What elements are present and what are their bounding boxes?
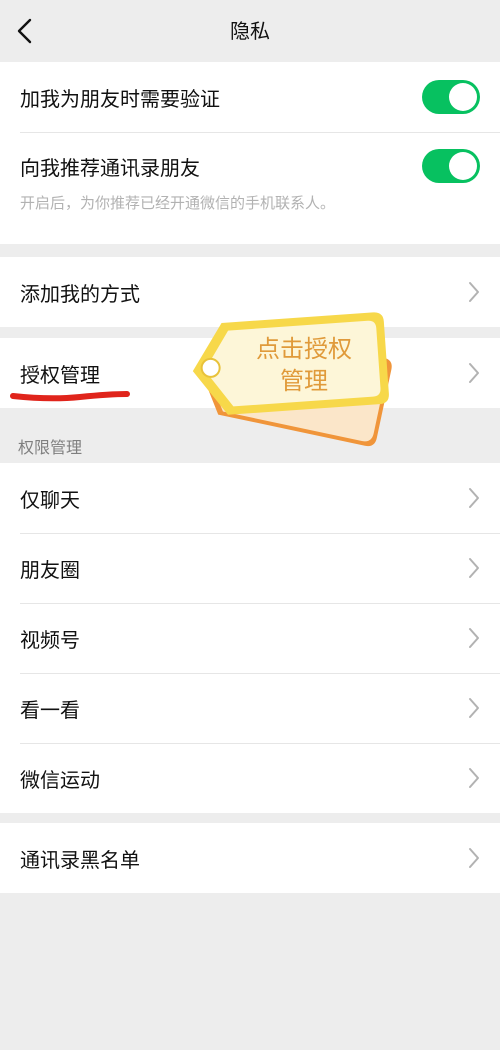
add-method-label: 添加我的方式 (20, 281, 140, 306)
blacklist-group: 通讯录黑名单 (0, 823, 500, 893)
moments-label: 朋友圈 (20, 557, 80, 582)
toggle-knob (449, 83, 477, 111)
annotation-line-1: 点击授权 (256, 335, 352, 363)
chevron-right-icon (469, 848, 479, 868)
chevron-right-icon (469, 488, 479, 508)
chevron-right-icon (469, 363, 479, 383)
friend-settings-group: 加我为朋友时需要验证 向我推荐通讯录朋友 开启后，为你推荐已经开通微信的手机联系… (0, 62, 500, 244)
top-stories-label: 看一看 (20, 697, 80, 722)
top-stories-row[interactable]: 看一看 (0, 673, 500, 743)
page-title: 隐私 (230, 19, 270, 43)
verify-friend-row: 加我为朋友时需要验证 (0, 62, 500, 132)
chevron-right-icon (469, 768, 479, 788)
annotation-underline (10, 391, 130, 402)
verify-friend-toggle[interactable] (422, 80, 480, 114)
recommend-contacts-label: 向我推荐通讯录朋友 (20, 155, 200, 180)
permission-section-label: 权限管理 (18, 438, 83, 457)
chat-only-label: 仅聊天 (20, 487, 80, 512)
auth-management-label: 授权管理 (20, 362, 100, 387)
verify-friend-label: 加我为朋友时需要验证 (20, 86, 220, 111)
blacklist-row[interactable]: 通讯录黑名单 (0, 823, 500, 893)
permission-group: 仅聊天 朋友圈 视频号 看一看 微信运动 (0, 463, 500, 813)
navigation-bar: 隐私 (0, 0, 500, 62)
recommend-contacts-toggle[interactable] (422, 149, 480, 183)
annotation-tag-text: 点击授权 管理 (244, 333, 364, 397)
chevron-right-icon (469, 558, 479, 578)
werun-label: 微信运动 (20, 767, 100, 792)
chevron-right-icon (469, 628, 479, 648)
chevron-right-icon (469, 698, 479, 718)
annotation-line-2: 管理 (280, 367, 328, 395)
chevron-right-icon (469, 282, 479, 302)
werun-row[interactable]: 微信运动 (0, 743, 500, 813)
recommend-contacts-row: 向我推荐通讯录朋友 (0, 132, 500, 200)
recommend-hint: 开启后，为你推荐已经开通微信的手机联系人。 (20, 194, 336, 212)
blacklist-label: 通讯录黑名单 (20, 847, 140, 872)
moments-row[interactable]: 朋友圈 (0, 533, 500, 603)
channels-label: 视频号 (20, 627, 80, 652)
chat-only-row[interactable]: 仅聊天 (0, 463, 500, 533)
channels-row[interactable]: 视频号 (0, 603, 500, 673)
toggle-knob (449, 152, 477, 180)
